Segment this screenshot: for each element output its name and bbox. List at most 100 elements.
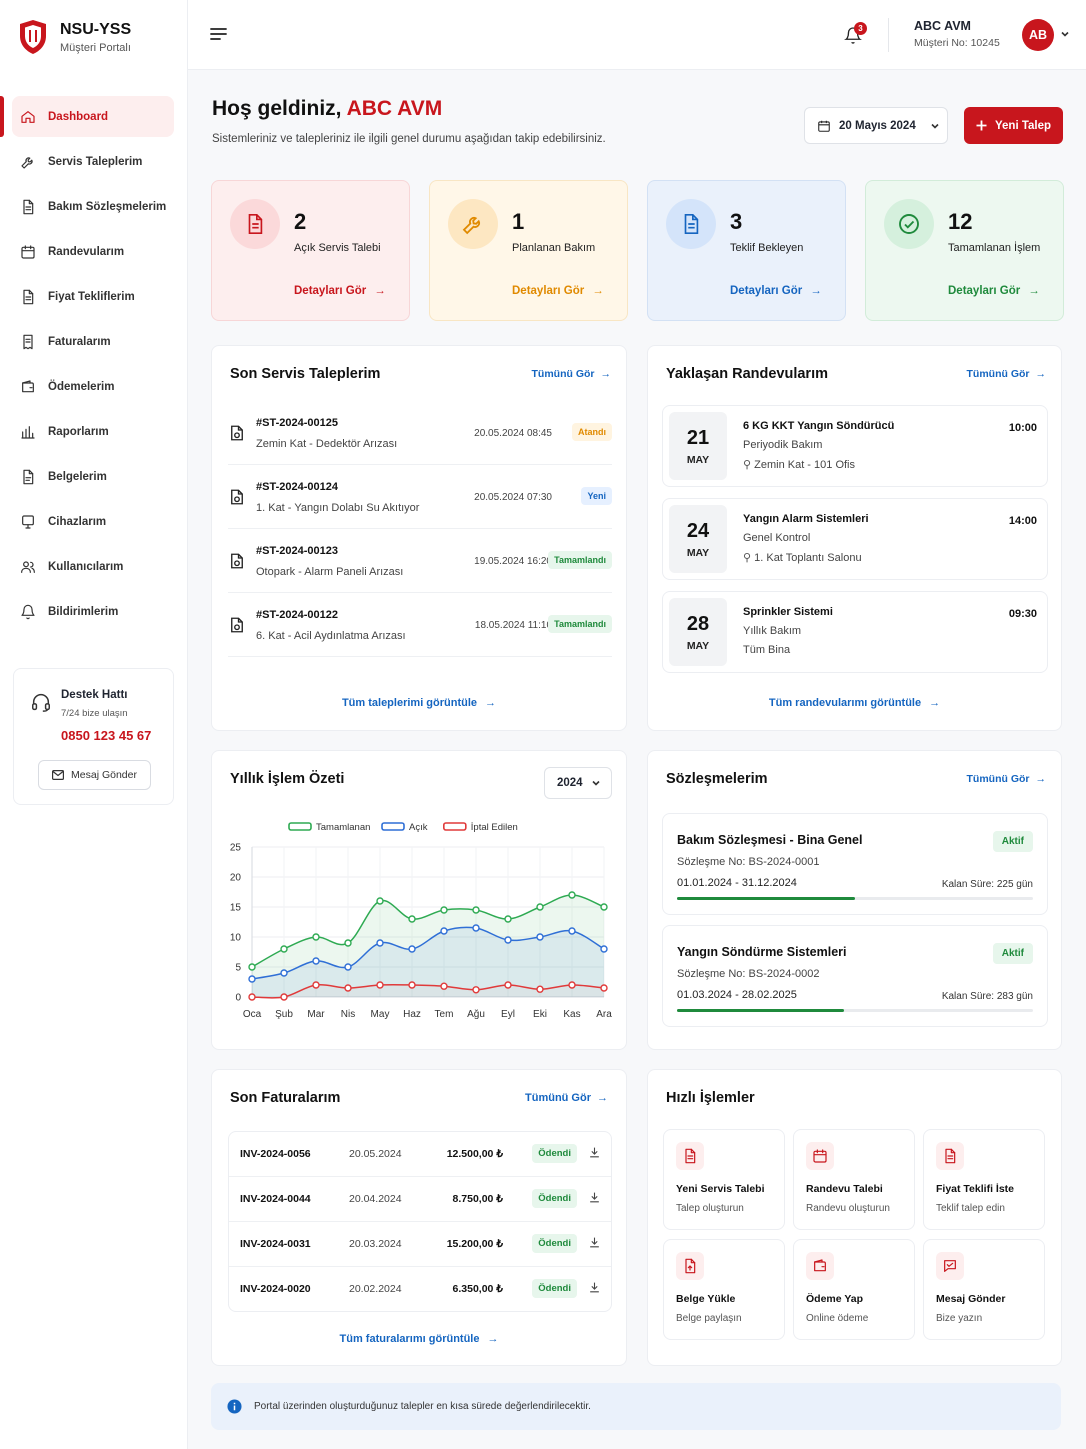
sidebar-item-2[interactable]: Bakım Sözleşmelerim bbox=[12, 186, 174, 227]
stat-value: 1 bbox=[512, 209, 525, 234]
sidebar-item-7[interactable]: Raporlarım bbox=[12, 411, 174, 452]
quick-action-2[interactable]: Fiyat Teklifi İste Teklif talep edin bbox=[923, 1129, 1045, 1230]
quick-action-4[interactable]: Ödeme Yap Online ödeme bbox=[793, 1239, 915, 1340]
y-tick-label: 20 bbox=[230, 873, 242, 884]
quick-action-icon-box bbox=[806, 1142, 834, 1170]
data-point bbox=[280, 993, 288, 1001]
details-link[interactable]: Detayları Gör → bbox=[512, 285, 604, 297]
contract-range: 01.03.2024 - 28.02.2025 bbox=[677, 989, 797, 1001]
sidebar-item-1[interactable]: Servis Taleplerim bbox=[12, 141, 174, 182]
document-icon bbox=[23, 289, 34, 304]
appointment-item[interactable]: 21 MAY 6 KG KKT Yangın Söndürücü Periyodik … bbox=[662, 405, 1048, 487]
service-request-row[interactable]: #ST-2024-00125 Zemin Kat - Dedektör Arıza… bbox=[228, 402, 612, 465]
sidebar-item-9[interactable]: Cihazlarım bbox=[12, 501, 174, 542]
quick-action-subtitle: Randevu oluşturun bbox=[806, 1203, 890, 1214]
appointment-title: Sprinkler Sistemi bbox=[743, 606, 833, 618]
calendar-icon bbox=[21, 244, 35, 259]
stat-card-open-requests[interactable]: 2 Açık Servis Talebi Detayları Gör → bbox=[211, 180, 410, 321]
request-date: 19.05.2024 16:20 bbox=[474, 556, 552, 567]
details-link[interactable]: Detayları Gör → bbox=[948, 285, 1040, 297]
chevron-down-icon[interactable] bbox=[1060, 29, 1070, 39]
new-request-button[interactable]: Yeni Talep bbox=[964, 107, 1063, 144]
stat-card-completed[interactable]: 12 Tamamlanan İşlem Detayları Gör → bbox=[865, 180, 1064, 321]
view-all-link[interactable]: Tümünü Gör → bbox=[525, 1092, 608, 1104]
sidebar-item-8[interactable]: Belgelerim bbox=[12, 456, 174, 497]
data-point bbox=[440, 927, 448, 935]
arrow-right-icon: → bbox=[810, 285, 822, 297]
view-all-link[interactable]: Tümünü Gör → bbox=[967, 773, 1047, 785]
data-point bbox=[376, 897, 384, 905]
quick-action-title: Ödeme Yap bbox=[806, 1293, 864, 1305]
service-request-row[interactable]: #ST-2024-00122 6. Kat - Acil Aydınlatma A… bbox=[228, 594, 612, 657]
appointment-title: Yangın Alarm Sistemleri bbox=[743, 513, 869, 525]
sidebar-item-6[interactable]: Ödemelerim bbox=[12, 366, 174, 407]
arrow-right-icon: → bbox=[597, 1092, 608, 1104]
appointment-type: Periyodik Bakım bbox=[743, 439, 823, 451]
sidebar-item-4[interactable]: Fiyat Tekliflerim bbox=[12, 276, 174, 317]
calendar-icon bbox=[813, 1149, 827, 1163]
download-icon[interactable] bbox=[588, 1281, 601, 1294]
appointment-date: 24 MAY bbox=[669, 505, 727, 573]
service-request-row[interactable]: #ST-2024-00124 1. Kat - Yangın Dolabı Su … bbox=[228, 466, 612, 529]
document-icon bbox=[945, 1148, 956, 1164]
sidebar: NSU-YSS Müşteri Portalı Dashboard Servis … bbox=[0, 0, 188, 1449]
invoice-id: INV-2024-0031 bbox=[240, 1238, 311, 1250]
details-link[interactable]: Detayları Gör → bbox=[294, 285, 386, 297]
download-icon[interactable] bbox=[588, 1191, 601, 1204]
contract-name: Yangın Söndürme Sistemleri bbox=[677, 945, 847, 959]
contracts-card: Sözleşmelerim Tümünü Gör → Bakım Sözleşme… bbox=[647, 750, 1062, 1050]
status-badge: Aktif bbox=[992, 943, 1033, 964]
stat-value: 3 bbox=[730, 209, 743, 234]
download-icon[interactable] bbox=[588, 1236, 601, 1249]
quick-action-5[interactable]: Mesaj Gönder Bize yazın bbox=[923, 1239, 1045, 1340]
sidebar-item-3[interactable]: Randevularım bbox=[12, 231, 174, 272]
invoice-row[interactable]: INV-2024-0031 20.03.2024 15.200,00 ₺ Ödendi bbox=[229, 1222, 611, 1267]
view-all-link[interactable]: Tümünü Gör → bbox=[967, 368, 1047, 380]
stat-label: Teklif Bekleyen bbox=[730, 242, 804, 254]
sidebar-item-10[interactable]: Kullanıcılarım bbox=[12, 546, 174, 587]
data-point bbox=[312, 933, 320, 941]
invoice-row[interactable]: INV-2024-0020 20.02.2024 6.350,00 ₺ Ödendi bbox=[229, 1267, 611, 1312]
brand[interactable]: NSU-YSS Müşteri Portalı bbox=[18, 18, 131, 56]
avatar[interactable]: AB bbox=[1022, 19, 1054, 51]
quick-action-0[interactable]: Yeni Servis Talebi Talep oluşturun bbox=[663, 1129, 785, 1230]
support-phone[interactable]: 0850 123 45 67 bbox=[61, 728, 151, 743]
view-all-link[interactable]: Tümünü Gör → bbox=[532, 368, 612, 380]
data-point bbox=[312, 957, 320, 965]
details-link-label: Detayları Gör bbox=[294, 285, 367, 297]
status-badge: Ödendi bbox=[532, 1234, 577, 1253]
sidebar-item-5[interactable]: Faturalarım bbox=[12, 321, 174, 362]
user-info[interactable]: ABC AVM Müşteri No: 10245 bbox=[914, 19, 1000, 49]
sidebar-item-label: Bakım Sözleşmelerim bbox=[48, 200, 167, 213]
sidebar-item-0[interactable]: Dashboard bbox=[0, 96, 174, 137]
contract-item[interactable]: Bakım Sözleşmesi - Bina Genel Sözleşme No… bbox=[662, 813, 1048, 915]
menu-toggle-icon[interactable] bbox=[210, 27, 227, 41]
year-select[interactable]: 2024 bbox=[544, 767, 612, 799]
stat-card-pending-offers[interactable]: 3 Teklif Bekleyen Detayları Gör → bbox=[647, 180, 846, 321]
quick-action-3[interactable]: Belge Yükle Belge paylaşın bbox=[663, 1239, 785, 1340]
all-appointments-link[interactable]: Tüm randevularımı görüntüle → bbox=[648, 697, 1061, 709]
status-badge: Aktif bbox=[992, 831, 1033, 852]
invoice-row[interactable]: INV-2024-0044 20.04.2024 8.750,00 ₺ Ödendi bbox=[229, 1177, 611, 1222]
chevron-down-icon bbox=[592, 780, 600, 786]
contract-item[interactable]: Yangın Söndürme Sistemleri Sözleşme No: B… bbox=[662, 925, 1048, 1027]
quick-action-icon-box bbox=[676, 1142, 704, 1170]
download-icon[interactable] bbox=[588, 1146, 601, 1159]
invoice-row[interactable]: INV-2024-0056 20.05.2024 12.500,00 ₺ Ödendi bbox=[229, 1132, 611, 1177]
data-point bbox=[280, 945, 288, 953]
date-picker[interactable]: 20 Mayıs 2024 bbox=[804, 107, 948, 144]
quick-action-1[interactable]: Randevu Talebi Randevu oluşturun bbox=[793, 1129, 915, 1230]
all-requests-link[interactable]: Tüm taleplerimi görüntüle → bbox=[212, 697, 626, 709]
appointment-item[interactable]: 28 MAY Sprinkler Sistemi Yıllık Bakım Tüm Bi… bbox=[662, 591, 1048, 673]
all-invoices-link[interactable]: Tüm faturalarımı görüntüle → bbox=[212, 1333, 626, 1345]
invoice-amount: 15.200,00 ₺ bbox=[446, 1238, 503, 1250]
notifications-button[interactable]: 3 bbox=[844, 22, 867, 48]
service-request-row[interactable]: #ST-2024-00123 Otopark - Alarm Paneli Arı… bbox=[228, 530, 612, 593]
sidebar-item-11[interactable]: Bildirimlerim bbox=[12, 591, 174, 632]
appointment-item[interactable]: 24 MAY Yangın Alarm Sistemleri Genel Kontro… bbox=[662, 498, 1048, 580]
stat-card-planned-maintenance[interactable]: 1 Planlanan Bakım Detayları Gör → bbox=[429, 180, 628, 321]
send-message-button[interactable]: Mesaj Gönder bbox=[38, 760, 151, 790]
data-point bbox=[248, 993, 256, 1001]
invoice-date: 20.05.2024 bbox=[349, 1148, 402, 1160]
details-link[interactable]: Detayları Gör → bbox=[730, 285, 822, 297]
